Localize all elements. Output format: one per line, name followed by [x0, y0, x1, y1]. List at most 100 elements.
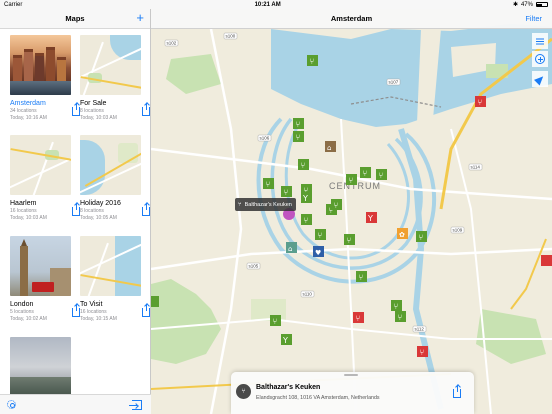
sidebar-header: Maps +: [0, 9, 150, 29]
svg-text:Y: Y: [302, 194, 308, 203]
svg-text:✿: ✿: [399, 231, 405, 239]
map-name: For Sale: [80, 100, 107, 107]
for-sale-thumbnail[interactable]: [80, 35, 141, 95]
to-visit-thumbnail[interactable]: [80, 236, 141, 296]
road-label: s100: [226, 34, 236, 39]
share-icon[interactable]: [142, 203, 150, 216]
map-card-london[interactable]: London 5 locations Today, 10:02 AM: [10, 236, 80, 322]
share-icon[interactable]: [142, 103, 150, 116]
updated-time: Today, 10:05 AM: [80, 215, 117, 221]
museum-pin[interactable]: ⌂: [286, 242, 297, 253]
city-thumbnail[interactable]: [10, 337, 71, 394]
drag-handle[interactable]: [344, 374, 358, 376]
svg-text:⑂: ⑂: [398, 313, 403, 322]
restaurant-pin[interactable]: ⑂: [307, 55, 318, 66]
svg-text:⑂: ⑂: [420, 348, 425, 357]
road-label: s107: [389, 80, 399, 85]
restaurant-pin[interactable]: ⑂: [395, 311, 406, 322]
cocktail-pin[interactable]: Y: [281, 334, 292, 345]
list-icon[interactable]: [532, 33, 548, 49]
road-label: s106: [260, 136, 270, 141]
map-card-to-visit[interactable]: To Visit 16 locations Today, 10:15 AM: [80, 236, 150, 322]
share-icon[interactable]: [72, 103, 80, 116]
restaurant-pin[interactable]: ⑂: [293, 131, 304, 142]
restaurant-pin[interactable]: ⑂: [391, 300, 402, 311]
updated-time: Today, 10:15 AM: [80, 316, 117, 322]
location-arrow-icon[interactable]: [532, 71, 548, 87]
attraction-pin[interactable]: ✿: [397, 228, 408, 239]
share-icon[interactable]: [142, 304, 150, 317]
highlight-pin[interactable]: ⑂: [353, 312, 364, 323]
svg-text:♥: ♥: [315, 249, 321, 257]
cocktail-pin[interactable]: Y: [301, 192, 312, 203]
restaurant-pin[interactable]: ⑂: [293, 118, 304, 129]
updated-time: Today, 10:03 AM: [10, 215, 47, 221]
road-label: s110: [303, 292, 313, 297]
restaurant-pin[interactable]: ⑂: [270, 315, 281, 326]
svg-text:⑂: ⑂: [394, 302, 399, 311]
add-map-button[interactable]: +: [136, 11, 144, 25]
london-thumbnail[interactable]: [10, 236, 71, 296]
svg-text:⑂: ⑂: [266, 180, 271, 189]
exit-icon[interactable]: [129, 400, 142, 410]
place-name: Balthazar's Keuken: [256, 384, 321, 391]
svg-text:Y: Y: [282, 336, 288, 345]
map-card-for-sale[interactable]: For Sale 8 locations Today, 10:03 AM: [80, 35, 150, 121]
svg-text:⑂: ⑂: [301, 161, 306, 170]
map-grid: Amsterdam 34 locations Today, 10:16 AM F…: [0, 29, 151, 394]
restaurant-pin[interactable]: ⑂: [416, 231, 427, 242]
updated-time: Today, 10:16 AM: [10, 115, 47, 121]
road-label: s105: [249, 264, 259, 269]
holiday-2016-thumbnail[interactable]: [80, 135, 141, 195]
svg-text:⑂: ⑂: [419, 233, 424, 242]
haarlem-thumbnail[interactable]: [10, 135, 71, 195]
road-label: s109: [453, 228, 463, 233]
highlight-pin[interactable]: ⑂: [475, 96, 486, 107]
svg-text:⑂: ⑂: [349, 176, 354, 185]
restaurant-pin[interactable]: ⑂: [360, 167, 371, 178]
svg-text:⑂: ⑂: [304, 216, 309, 225]
restaurant-pin[interactable]: ⑂: [281, 186, 292, 197]
map-canvas[interactable]: CENTRUM s102 s100 s106 s105 s112 s107 s1…: [151, 9, 552, 414]
restaurant-pin[interactable]: ⑂: [376, 169, 387, 180]
battery-percent: 47%: [520, 1, 533, 8]
restaurant-pin[interactable]: ⑂: [298, 159, 309, 170]
restaurant-pin[interactable]: ⑂: [344, 234, 355, 245]
sidebar-footer: [0, 394, 151, 414]
highlight-pin[interactable]: [541, 255, 552, 266]
share-icon[interactable]: [72, 304, 80, 317]
restaurant-pin[interactable]: [151, 296, 159, 307]
zoom-in-icon[interactable]: [532, 51, 548, 67]
map-header: Amsterdam Filter: [151, 9, 552, 29]
map-card-haarlem[interactable]: Haarlem 16 locations Today, 10:03 AM: [10, 135, 80, 221]
restaurant-pin[interactable]: ⑂: [346, 174, 357, 185]
map-card-city[interactable]: [10, 337, 72, 394]
location-count: 8 locations: [80, 108, 104, 114]
map-card-holiday-2016[interactable]: Holiday 2016 8 locations Today, 10:05 AM: [80, 135, 150, 221]
restaurant-pin[interactable]: ⑂: [301, 214, 312, 225]
restaurant-pin[interactable]: ⑂: [356, 271, 367, 282]
museum-pin[interactable]: ⌂: [325, 141, 336, 152]
amsterdam-thumbnail[interactable]: [10, 35, 71, 95]
pin-tooltip[interactable]: ⑂ Balthazar's Keuken: [235, 198, 296, 211]
maps-sidebar: Maps + Amsterdam 34 locations Today, 10:…: [0, 9, 151, 414]
svg-text:⑂: ⑂: [359, 273, 364, 282]
share-icon[interactable]: [72, 203, 80, 216]
svg-text:⑂: ⑂: [310, 57, 315, 66]
map-card-amsterdam[interactable]: Amsterdam 34 locations Today, 10:16 AM: [10, 35, 80, 121]
svg-text:⑂: ⑂: [296, 120, 301, 129]
location-count: 16 locations: [80, 309, 107, 315]
place-card[interactable]: ⑂ Balthazar's Keuken Elandsgracht 108, 1…: [231, 372, 474, 414]
highlight-pin[interactable]: ⑂: [417, 346, 428, 357]
restaurant-pin[interactable]: ⑂: [315, 229, 326, 240]
gear-icon[interactable]: [7, 400, 16, 409]
share-icon[interactable]: [453, 385, 461, 398]
filter-button[interactable]: Filter: [525, 14, 542, 23]
restaurant-pin[interactable]: ⑂: [331, 199, 342, 210]
svg-text:Y: Y: [367, 214, 373, 223]
map-name: Haarlem: [10, 200, 37, 207]
restaurant-pin[interactable]: ⑂: [263, 178, 274, 189]
highlight-pin[interactable]: Y: [366, 212, 377, 223]
heart-pin[interactable]: ♥: [313, 246, 324, 257]
battery-icon: [535, 2, 548, 7]
